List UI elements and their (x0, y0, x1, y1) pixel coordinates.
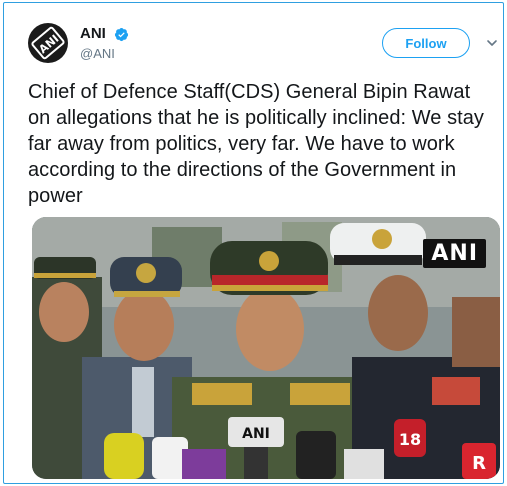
tweet-header: ANI ANI @ANI Follow (28, 23, 498, 69)
tweet-text: Chief of Defence Staff(CDS) General Bipi… (28, 81, 484, 207)
mic-label-18: 18 (399, 430, 421, 449)
author-block[interactable]: ANI @ANI (80, 25, 129, 63)
media-watermark: ANI (423, 239, 486, 268)
follow-button[interactable]: Follow (382, 28, 470, 58)
handle[interactable]: @ANI (80, 45, 129, 63)
mic-label-r: R (472, 453, 486, 474)
tweet-card: ANI ANI @ANI Follow Chief of Defence Sta… (3, 2, 504, 484)
avatar-logo: ANI (30, 25, 66, 61)
mic-label-ani: ANI (242, 426, 270, 442)
verified-badge-icon (115, 27, 129, 41)
chevron-down-icon[interactable] (486, 37, 498, 49)
display-name[interactable]: ANI (80, 25, 106, 43)
tweet-photo[interactable]: ANI 18 R ANI (32, 217, 500, 479)
avatar[interactable]: ANI (28, 23, 68, 63)
